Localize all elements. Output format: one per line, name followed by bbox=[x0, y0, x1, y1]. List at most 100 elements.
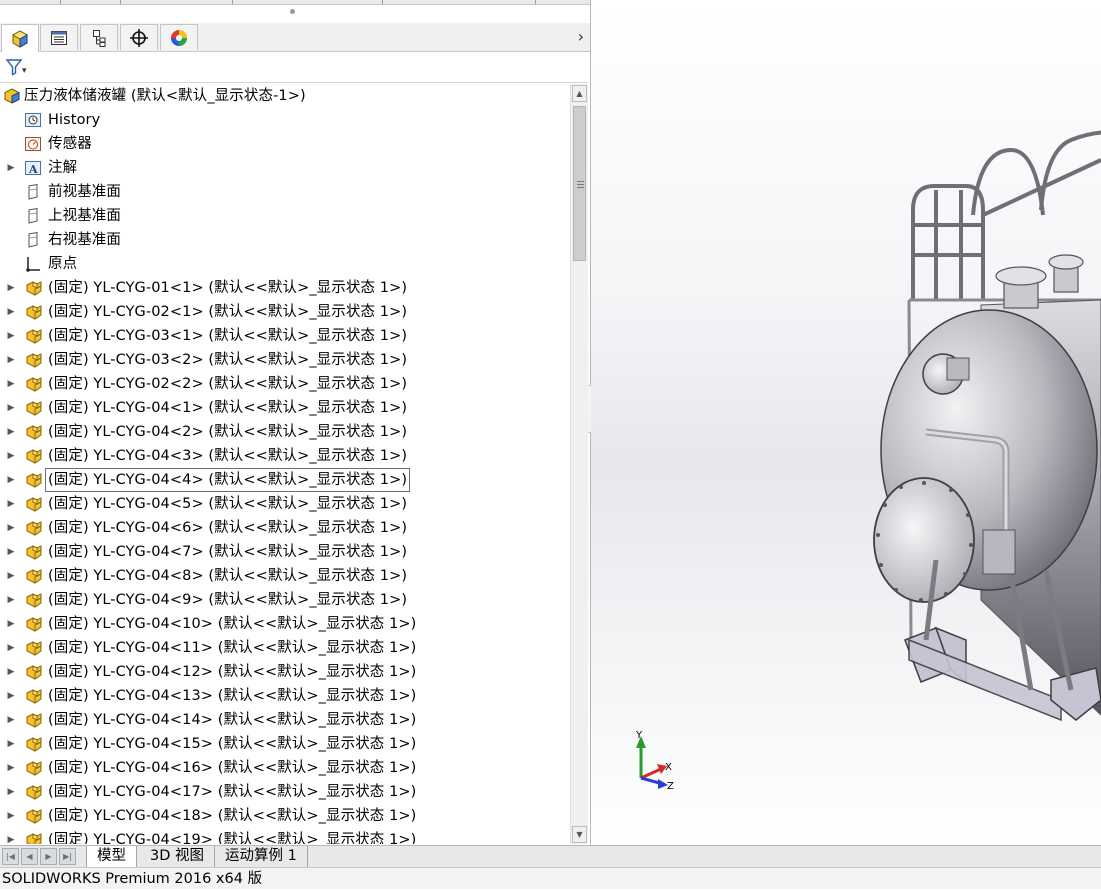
tree-item[interactable]: 右视基准面 bbox=[0, 228, 570, 252]
tree-component-row[interactable]: ▶ (固定) YL-CYG-01<1> (默认<<默认>_显示状态 1>) bbox=[0, 276, 570, 300]
tree-component-row[interactable]: ▶ (固定) YL-CYG-04<3> (默认<<默认>_显示状态 1>) bbox=[0, 444, 570, 468]
first-tab-icon[interactable]: |◀ bbox=[2, 848, 19, 865]
tree-component-row[interactable]: ▶ (固定) YL-CYG-04<7> (默认<<默认>_显示状态 1>) bbox=[0, 540, 570, 564]
scrollbar-thumb[interactable] bbox=[573, 106, 586, 261]
expand-arrow-icon[interactable]: ▶ bbox=[6, 276, 16, 300]
part-icon bbox=[25, 376, 43, 392]
tree-component-row[interactable]: ▶ (固定) YL-CYG-04<9> (默认<<默认>_显示状态 1>) bbox=[0, 588, 570, 612]
tree-component-row[interactable]: ▶ (固定) YL-CYG-04<4> (默认<<默认>_显示状态 1>) bbox=[0, 468, 570, 492]
last-tab-icon[interactable]: ▶| bbox=[59, 848, 76, 865]
tree-item[interactable]: 原点 bbox=[0, 252, 570, 276]
tree-component-row[interactable]: ▶ (固定) YL-CYG-04<10> (默认<<默认>_显示状态 1>) bbox=[0, 612, 570, 636]
part-icon bbox=[25, 280, 43, 296]
expand-arrow-icon[interactable]: ▶ bbox=[6, 324, 16, 348]
part-icon bbox=[25, 352, 43, 368]
expand-arrow-icon[interactable]: ▶ bbox=[6, 684, 16, 708]
expand-arrow-icon[interactable]: ▶ bbox=[6, 780, 16, 804]
part-icon bbox=[25, 544, 43, 560]
tree-item-label: (固定) YL-CYG-04<16> (默认<<默认>_显示状态 1>) bbox=[48, 760, 417, 776]
expand-arrow-icon[interactable]: ▶ bbox=[6, 660, 16, 684]
expand-arrow-icon[interactable]: ▶ bbox=[6, 372, 16, 396]
scroll-down-icon[interactable]: ▼ bbox=[572, 826, 587, 843]
expand-arrow-icon[interactable]: ▶ bbox=[6, 804, 16, 828]
next-tab-icon[interactable]: ▶ bbox=[40, 848, 57, 865]
tree-item-label: (固定) YL-CYG-04<5> (默认<<默认>_显示状态 1>) bbox=[48, 496, 408, 512]
filter-bar: ▾ bbox=[0, 52, 588, 83]
tree-component-row[interactable]: ▶ (固定) YL-CYG-04<8> (默认<<默认>_显示状态 1>) bbox=[0, 564, 570, 588]
expand-arrow-icon[interactable]: ▶ bbox=[6, 564, 16, 588]
panel-grip[interactable] bbox=[290, 9, 295, 14]
part-icon bbox=[25, 328, 43, 344]
prev-tab-icon[interactable]: ◀ bbox=[21, 848, 38, 865]
tree-component-row[interactable]: ▶ (固定) YL-CYG-04<15> (默认<<默认>_显示状态 1>) bbox=[0, 732, 570, 756]
tree-item[interactable]: History bbox=[0, 108, 570, 132]
dimxpert-manager-tab[interactable] bbox=[120, 24, 158, 50]
tree-component-row[interactable]: ▶ (固定) YL-CYG-04<11> (默认<<默认>_显示状态 1>) bbox=[0, 636, 570, 660]
tree-component-row[interactable]: ▶ (固定) YL-CYG-04<5> (默认<<默认>_显示状态 1>) bbox=[0, 492, 570, 516]
tree-item-label: (固定) YL-CYG-02<2> (默认<<默认>_显示状态 1>) bbox=[48, 376, 408, 392]
expand-arrow-icon[interactable]: ▶ bbox=[6, 588, 16, 612]
tree-item-label: (固定) YL-CYG-04<6> (默认<<默认>_显示状态 1>) bbox=[48, 520, 408, 536]
tree-component-row[interactable]: ▶ (固定) YL-CYG-04<16> (默认<<默认>_显示状态 1>) bbox=[0, 756, 570, 780]
tree-component-row[interactable]: ▶ (固定) YL-CYG-04<1> (默认<<默认>_显示状态 1>) bbox=[0, 396, 570, 420]
tree-component-row[interactable]: ▶ (固定) YL-CYG-04<2> (默认<<默认>_显示状态 1>) bbox=[0, 420, 570, 444]
feature-tree-tab[interactable] bbox=[1, 24, 39, 52]
expand-arrow-icon[interactable]: ▶ bbox=[6, 444, 16, 468]
filter-icon[interactable]: ▾ bbox=[5, 57, 29, 81]
tree-component-row[interactable]: ▶ (固定) YL-CYG-03<2> (默认<<默认>_显示状态 1>) bbox=[0, 348, 570, 372]
expand-arrow-icon[interactable]: ▶ bbox=[6, 516, 16, 540]
filter-dropdown-icon: ▾ bbox=[22, 66, 27, 76]
expand-arrow-icon[interactable]: ▶ bbox=[6, 468, 16, 492]
tab-model[interactable]: 模型 bbox=[86, 846, 137, 867]
expand-arrow-icon[interactable]: ▶ bbox=[6, 756, 16, 780]
expand-arrow-icon[interactable]: ▶ bbox=[6, 492, 16, 516]
tree-item[interactable]: 上视基准面 bbox=[0, 204, 570, 228]
tree-item-label: 压力液体储液罐 (默认<默认_显示状态-1>) bbox=[24, 88, 306, 104]
scroll-up-icon[interactable]: ▲ bbox=[572, 85, 587, 102]
expand-arrow-icon[interactable]: ▶ bbox=[6, 732, 16, 756]
expand-arrow-icon[interactable]: ▶ bbox=[6, 396, 16, 420]
tree-root-assembly[interactable]: 压力液体储液罐 (默认<默认_显示状态-1>) bbox=[0, 84, 570, 108]
tree-component-row[interactable]: ▶ (固定) YL-CYG-04<14> (默认<<默认>_显示状态 1>) bbox=[0, 708, 570, 732]
graphics-viewport[interactable]: Y X Z bbox=[591, 0, 1101, 845]
tree-item-label: 前视基准面 bbox=[48, 184, 121, 200]
expand-arrow-icon[interactable]: ▶ bbox=[6, 612, 16, 636]
tree-component-row[interactable]: ▶ (固定) YL-CYG-04<17> (默认<<默认>_显示状态 1>) bbox=[0, 780, 570, 804]
tree-component-row[interactable]: ▶ (固定) YL-CYG-02<1> (默认<<默认>_显示状态 1>) bbox=[0, 300, 570, 324]
tree-component-row[interactable]: ▶ (固定) YL-CYG-04<19> (默认<<默认>_显示状态 1>) bbox=[0, 828, 570, 844]
crosshair-icon bbox=[130, 28, 148, 47]
expand-arrow-icon[interactable]: ▶ bbox=[6, 708, 16, 732]
expand-arrow-icon[interactable]: ▶ bbox=[6, 420, 16, 444]
tank-model: Y X Z bbox=[635, 130, 1101, 792]
tab-motion-study[interactable]: 运动算例 1 bbox=[215, 846, 308, 867]
tree-component-row[interactable]: ▶ (固定) YL-CYG-04<13> (默认<<默认>_显示状态 1>) bbox=[0, 684, 570, 708]
part-icon bbox=[25, 832, 43, 844]
tree-component-row[interactable]: ▶ (固定) YL-CYG-04<6> (默认<<默认>_显示状态 1>) bbox=[0, 516, 570, 540]
expand-arrow-icon[interactable]: ▶ bbox=[6, 636, 16, 660]
expand-arrow-icon[interactable]: ▶ bbox=[6, 156, 16, 180]
more-tabs-chevron-icon[interactable]: › bbox=[578, 27, 584, 46]
part-icon bbox=[25, 640, 43, 656]
tree-item-label: 上视基准面 bbox=[48, 208, 121, 224]
tree-component-row[interactable]: ▶ (固定) YL-CYG-04<18> (默认<<默认>_显示状态 1>) bbox=[0, 804, 570, 828]
tree-component-row[interactable]: ▶ (固定) YL-CYG-02<2> (默认<<默认>_显示状态 1>) bbox=[0, 372, 570, 396]
expand-arrow-icon[interactable]: ▶ bbox=[6, 540, 16, 564]
expand-arrow-icon[interactable]: ▶ bbox=[6, 300, 16, 324]
expand-arrow-icon[interactable]: ▶ bbox=[6, 828, 16, 844]
sensor-icon bbox=[24, 136, 42, 152]
part-icon bbox=[25, 760, 43, 776]
display-manager-tab[interactable] bbox=[160, 24, 198, 50]
tree-component-row[interactable]: ▶ (固定) YL-CYG-03<1> (默认<<默认>_显示状态 1>) bbox=[0, 324, 570, 348]
tree-component-row[interactable]: ▶ (固定) YL-CYG-04<12> (默认<<默认>_显示状态 1>) bbox=[0, 660, 570, 684]
tree-vertical-scrollbar[interactable]: ▲ ▼ bbox=[570, 84, 588, 844]
triad-x-label: X bbox=[665, 762, 672, 773]
tree-item[interactable]: ▶ A 注解 bbox=[0, 156, 570, 180]
part-icon bbox=[25, 736, 43, 752]
tree-item[interactable]: 前视基准面 bbox=[0, 180, 570, 204]
property-manager-tab[interactable] bbox=[40, 24, 78, 50]
tree-item-label: (固定) YL-CYG-04<9> (默认<<默认>_显示状态 1>) bbox=[48, 592, 408, 608]
configuration-manager-tab[interactable] bbox=[80, 24, 118, 50]
tab-3d-view[interactable]: 3D 视图 bbox=[140, 846, 215, 867]
expand-arrow-icon[interactable]: ▶ bbox=[6, 348, 16, 372]
tree-item[interactable]: 传感器 bbox=[0, 132, 570, 156]
